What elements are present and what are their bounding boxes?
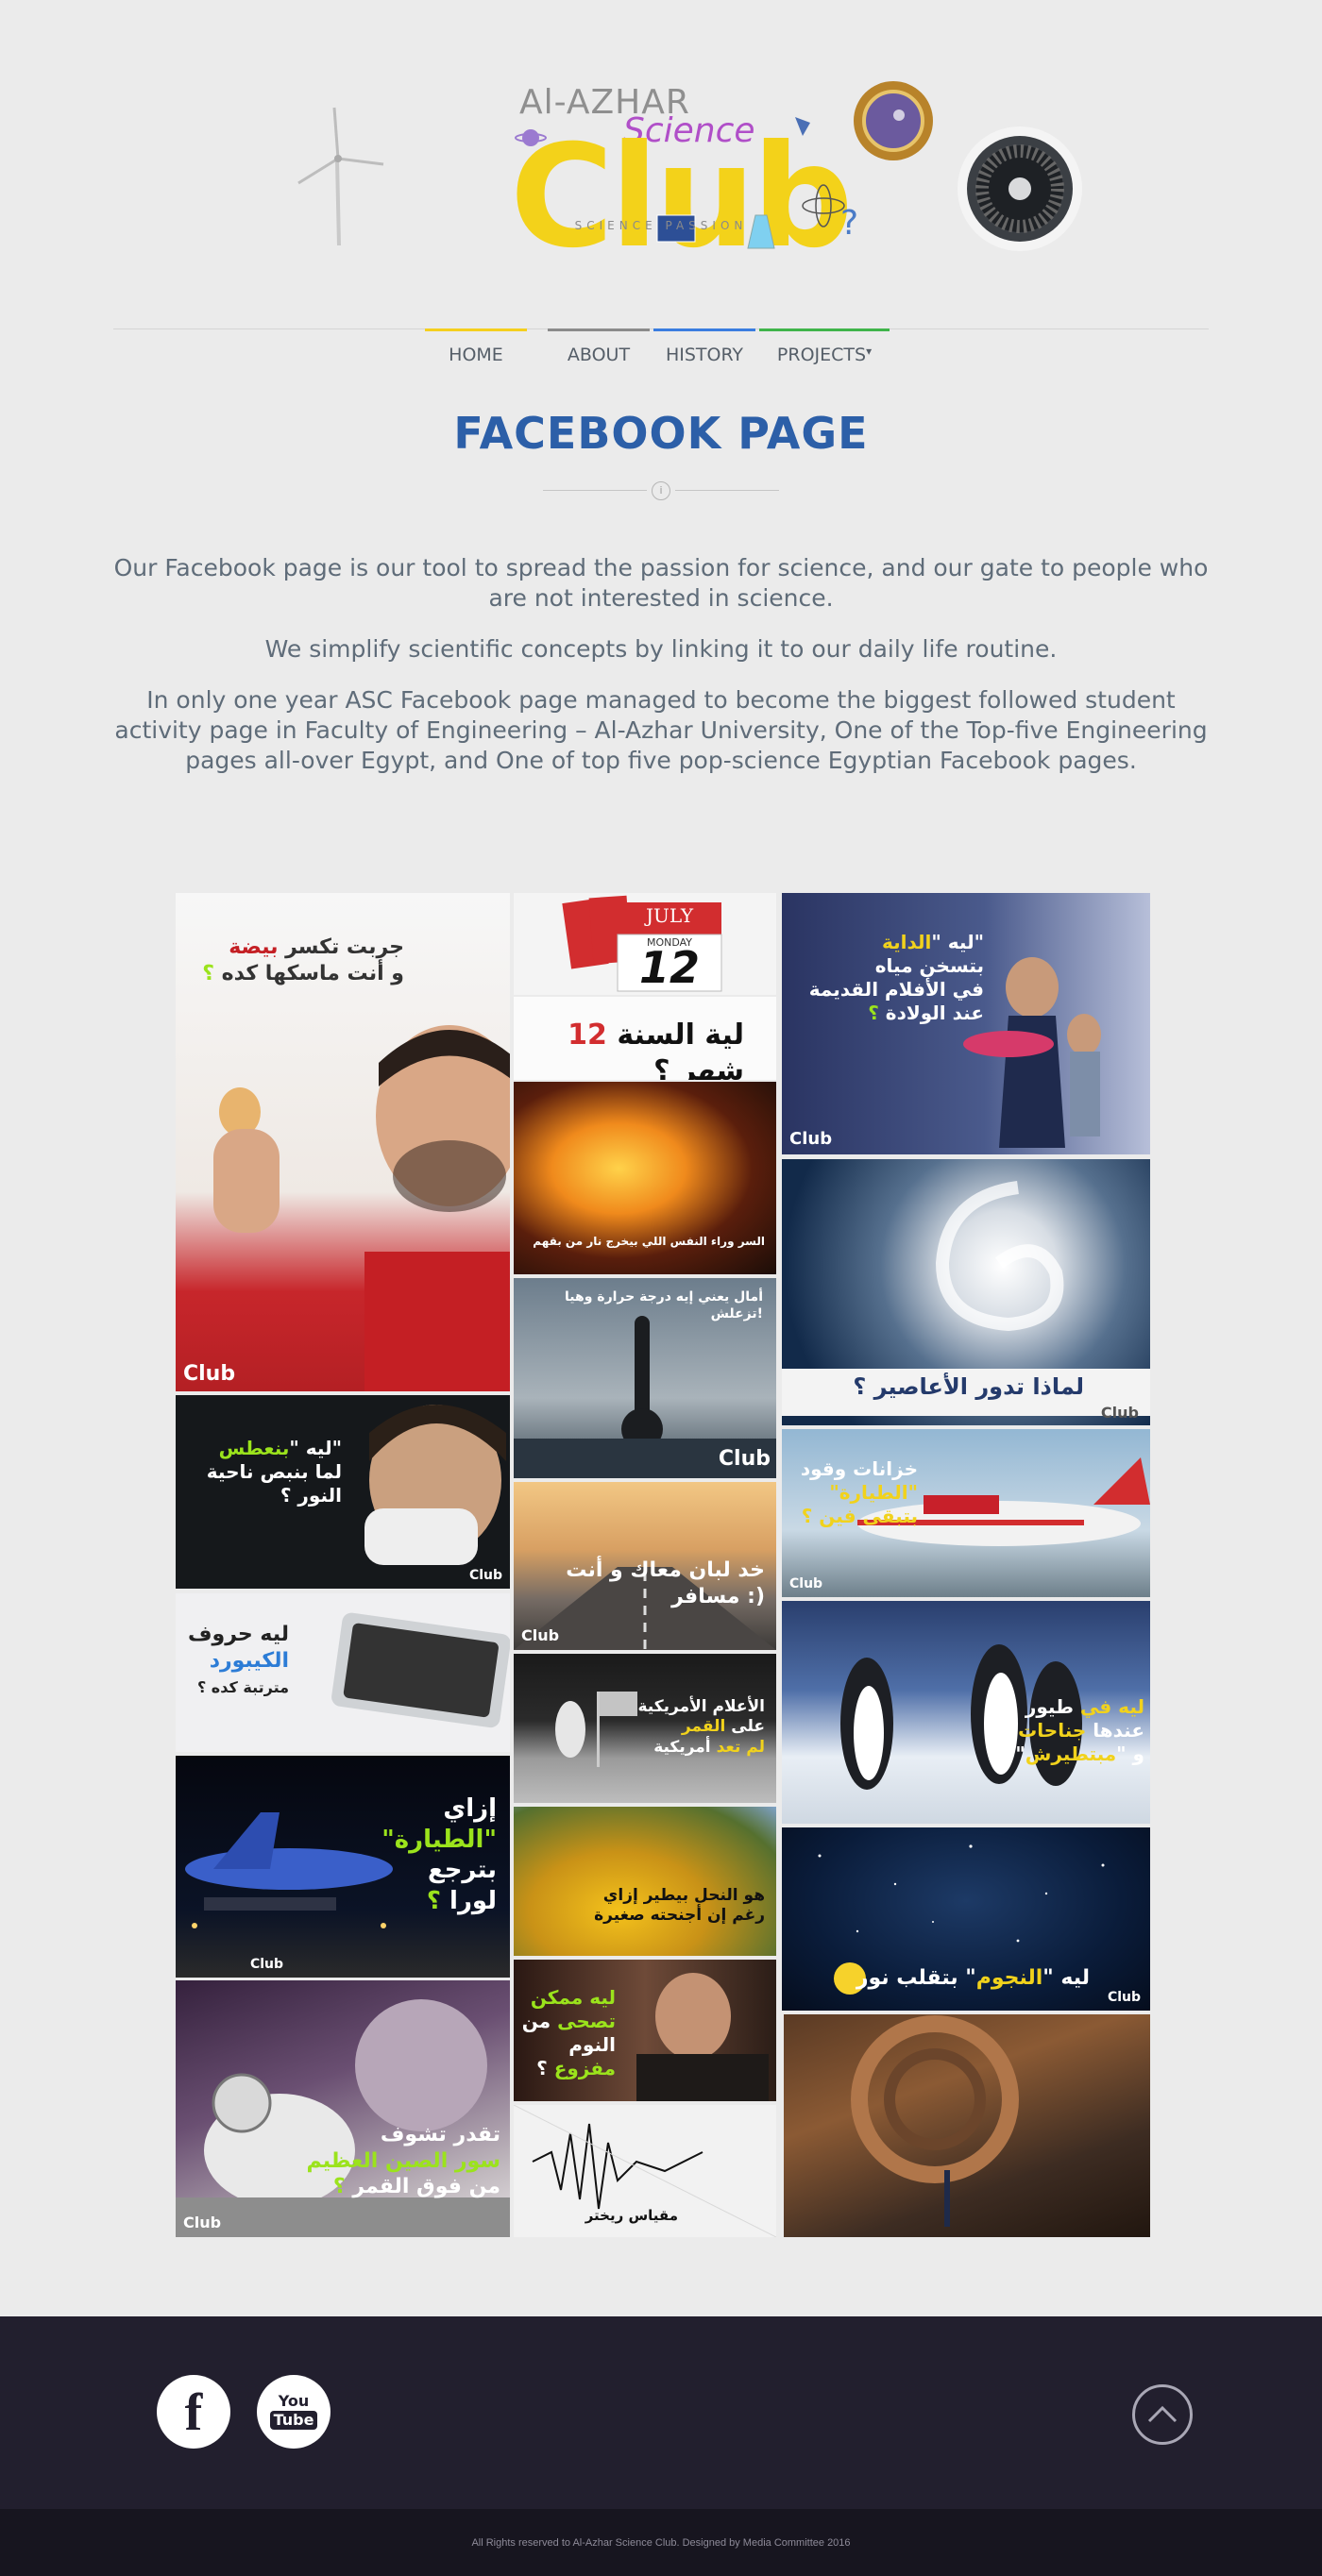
- chevron-down-icon: ▾: [866, 345, 873, 358]
- gallery-post-caption: إزاي "الطيارة" بترجع لورا ؟: [381, 1794, 497, 1915]
- nav-item-about[interactable]: ABOUT: [548, 328, 650, 370]
- club-brand-mark: Club: [521, 1626, 560, 1644]
- gallery-post-caption: السر وراء النفس اللي بيخرج نار من بقهم: [533, 1235, 765, 1248]
- gallery-post-caption: ليه "بنعطس " لما بنبص ناحية النور ؟: [206, 1437, 342, 1507]
- gallery-post-thermometer[interactable]: أمال يعني إيه درجة حرارة وهيا تزعلش! Clu…: [514, 1278, 776, 1478]
- gallery-post-fire-breather[interactable]: السر وراء النفس اللي بيخرج نار من بقهم: [514, 1082, 776, 1274]
- turbine-rotor-illustration: [851, 2015, 1019, 2227]
- gallery-post-bee[interactable]: هو النحل بيطير إزاي رغم إن أجنحته صغيرة: [514, 1807, 776, 1956]
- club-brand-mark: Club: [1107, 1990, 1141, 2005]
- main-navigation: HOME ABOUT HISTORY PROJECTS▾: [425, 328, 890, 370]
- intro-paragraph: We simplify scientific concepts by linki…: [264, 635, 1058, 663]
- gallery-post-wake-up[interactable]: ليه ممكن تصحى من النوم مفزوع ؟: [514, 1960, 776, 2101]
- info-icon: i: [652, 481, 670, 500]
- youtube-tube-text: Tube: [269, 2411, 318, 2430]
- club-brand-mark: Club: [183, 1362, 236, 1386]
- page-title: FACEBOOK PAGE: [453, 408, 869, 459]
- gallery-post-midwife[interactable]: ليه "الداية " بتسخن مياه في الأفلام القديمة…: [782, 893, 1150, 1154]
- club-brand-mark: Club: [1100, 1404, 1139, 1422]
- gallery-post-plane-fuel[interactable]: خزانات وقود "الطيارة" بتبقى فين ؟ Club: [782, 1429, 1150, 1597]
- gallery-post-plane-backwards[interactable]: إزاي "الطيارة" بترجع لورا ؟ Club: [176, 1756, 510, 1978]
- facebook-icon[interactable]: f: [157, 2375, 230, 2449]
- club-brand-mark: Club: [249, 1957, 283, 1972]
- intro-paragraph: In only one year ASC Facebook page manag…: [114, 686, 1208, 774]
- divider-line-right: [675, 490, 779, 491]
- site-header: Al-AZHAR Science Club ? SCIENCE PASSION: [0, 0, 1322, 321]
- gallery-post-twelve-months[interactable]: لية السنة 12 شهر ؟: [514, 997, 776, 1080]
- club-brand-mark: Club: [718, 1447, 771, 1471]
- gallery-post-caption: ليه ممكن تصحى من النوم مفزوع ؟: [521, 1986, 616, 2079]
- back-to-top-button[interactable]: [1132, 2384, 1193, 2445]
- porthole-icon: [854, 81, 933, 160]
- club-brand-mark: Club: [789, 1129, 833, 1149]
- gallery-post-richter[interactable]: مقياس ريختر: [514, 2105, 776, 2237]
- club-brand-mark: Club: [183, 2214, 222, 2231]
- site-tagline: SCIENCE PASSION: [574, 219, 748, 232]
- gallery-post-caption: جربت تكسر بيضة و أنت ماسكها كده ؟: [202, 935, 404, 985]
- gallery-post-caption: أمال يعني إيه درجة حرارة وهيا تزعلش!: [565, 1289, 763, 1322]
- divider-line-left: [543, 490, 647, 491]
- site-footer: f You Tube: [0, 2316, 1322, 2509]
- gallery-post-caption: ليه "الداية " بتسخن مياه في الأفلام القديمة…: [808, 931, 984, 1024]
- intro-paragraph: Our Facebook page is our tool to spread …: [113, 554, 1209, 612]
- title-divider: i: [543, 481, 779, 500]
- logo-decoration-icons: ?: [515, 117, 858, 249]
- gallery-post-stars[interactable]: ليه "النجوم" بتقلب نور Club: [782, 1827, 1150, 2011]
- gallery-post-egg[interactable]: جربت تكسر بيضة و أنت ماسكها كده ؟ Club: [176, 893, 510, 1391]
- gallery-post-hurricane[interactable]: لماذا تدور الأعاصير ؟ Club: [782, 1159, 1150, 1425]
- gallery-post-caption: لماذا تدور الأعاصير ؟: [853, 1373, 1084, 1400]
- intro-text: Our Facebook page is our tool to spread …: [113, 553, 1209, 797]
- gallery-post-gum[interactable]: خد لبان معاك و أنت مسافر :) Club: [514, 1482, 776, 1650]
- gallery-post-great-wall[interactable]: تقدر تشوف سور الصين العظيم من فوق القمر ؟ …: [176, 1980, 510, 2237]
- gallery-post-caption: مقياس ريختر: [585, 2207, 678, 2224]
- gallery-post-moon-flags[interactable]: الأعلام الأمريكية على القمر لم تعد أمريكية: [514, 1654, 776, 1803]
- nav-item-home[interactable]: HOME: [425, 328, 527, 370]
- site-logo[interactable]: Al-AZHAR Science Club ?: [491, 74, 869, 281]
- gallery-post-sneeze[interactable]: ليه "بنعطس " لما بنبص ناحية النور ؟ Club: [176, 1395, 510, 1589]
- nav-item-history[interactable]: HISTORY: [653, 328, 755, 370]
- gallery-post-keyboard[interactable]: ليه حروف الكيبورد مترتبة كده ؟: [176, 1593, 510, 1752]
- jet-engine-icon: [958, 126, 1082, 251]
- gallery-post-caption: ليه "النجوم" بتقلب نور: [856, 1966, 1090, 1990]
- club-brand-mark: Club: [789, 1576, 823, 1591]
- gallery-post-penguins[interactable]: ليه في طيور عندها جناحات و "مبتطيرش" ؟: [782, 1601, 1150, 1824]
- gallery-post-caption: هو النحل بيطير إزاي رغم إن أجنحته صغيرة: [594, 1886, 765, 1926]
- club-brand-mark: Club: [468, 1568, 502, 1583]
- youtube-icon[interactable]: You Tube: [257, 2375, 330, 2449]
- nav-item-projects[interactable]: PROJECTS▾: [759, 328, 890, 370]
- windmill-icon: [297, 107, 384, 246]
- gallery-post-caption: ليه حروف الكيبورد مترتبة كده ؟: [187, 1623, 289, 1696]
- gallery-post-caption: خزانات وقود "الطيارة" بتبقى فين ؟: [800, 1457, 918, 1527]
- copyright-text: All Rights reserved to Al-Azhar Science …: [471, 2537, 851, 2549]
- gallery-post-caption: ليه في طيور عندها جناحات و "مبتطيرش" ؟: [997, 1695, 1144, 1765]
- gallery-post-caption: لية السنة 12 شهر ؟: [568, 1019, 744, 1080]
- youtube-you-text: You: [278, 2392, 310, 2410]
- calendar-date: 12: [638, 942, 700, 993]
- chevron-up-icon: [1147, 2405, 1178, 2423]
- gallery-post-turbine-factory[interactable]: [784, 2014, 1150, 2237]
- gallery-post-caption: خد لبان معاك و أنت مسافر :): [566, 1558, 765, 1608]
- calendar-month: JULY: [645, 904, 694, 927]
- gallery-post-calendar[interactable]: JULY MONDAY 12: [514, 893, 776, 995]
- nav-item-projects-label: PROJECTS: [776, 345, 867, 365]
- gallery-post-caption: تقدر تشوف سور الصين العظيم من فوق القمر ؟: [306, 2123, 500, 2198]
- gallery-post-caption: الأعلام الأمريكية على القمر لم تعد أمريكية: [637, 1697, 766, 1757]
- copyright-bar: All Rights reserved to Al-Azhar Science …: [0, 2509, 1322, 2576]
